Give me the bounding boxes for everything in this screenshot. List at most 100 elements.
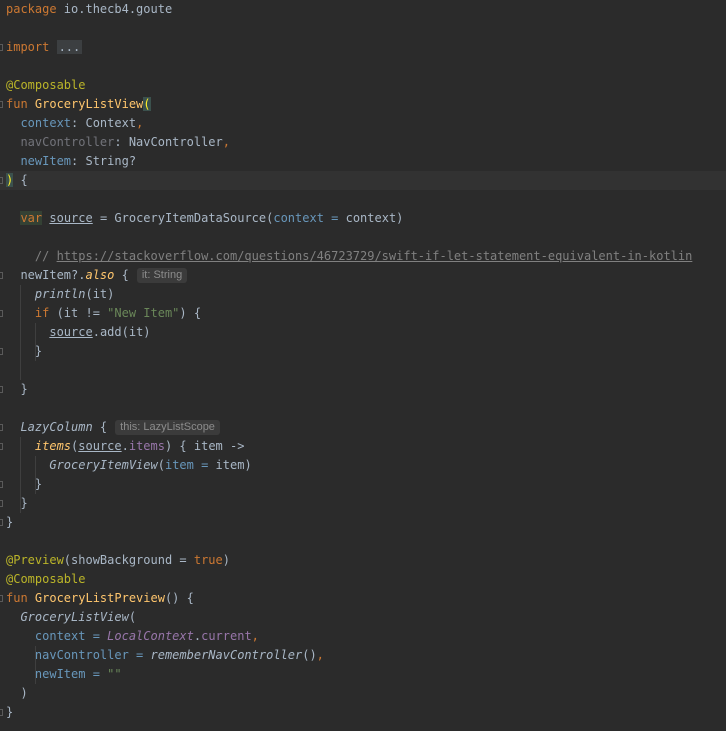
fold-marker-icon[interactable] (0, 310, 3, 317)
code-token: item) (215, 458, 252, 472)
code-line[interactable]: GroceryListView( (0, 608, 726, 627)
code-line[interactable]: // https://stackoverflow.com/questions/4… (0, 247, 726, 266)
code-token: navController (6, 135, 115, 149)
fold-marker-icon[interactable] (0, 443, 3, 450)
code-token: (it != (49, 306, 108, 320)
code-line[interactable]: var source = GroceryItemDataSource(conte… (0, 209, 726, 228)
code-line[interactable] (0, 190, 726, 209)
code-token: LocalContext (107, 629, 194, 643)
code-token: import (6, 40, 57, 54)
code-line[interactable]: } (0, 475, 726, 494)
code-line[interactable]: navController: NavController, (0, 133, 726, 152)
code-token: , (222, 135, 230, 149)
code-line[interactable]: } (0, 380, 726, 399)
code-line[interactable]: @Composable (0, 76, 726, 95)
code-token: } (6, 344, 43, 358)
code-text: @Composable (6, 76, 85, 95)
fold-marker-icon[interactable] (0, 519, 3, 526)
code-line[interactable]: fun GroceryListView( (0, 95, 726, 114)
fold-marker-icon[interactable] (0, 44, 3, 51)
code-token: } (6, 496, 28, 510)
code-token: = GroceryItemDataSource( (92, 211, 274, 225)
folded-imports[interactable]: ... (56, 40, 83, 54)
code-line[interactable]: } (0, 494, 726, 513)
code-token: package (6, 2, 64, 16)
code-token: { (92, 420, 108, 434)
code-line[interactable] (0, 19, 726, 38)
code-line[interactable]: newItem?.also {it: String (0, 266, 726, 285)
code-line[interactable]: } (0, 342, 726, 361)
fold-marker-icon[interactable] (0, 595, 3, 602)
code-token: @Composable (6, 78, 86, 92)
fold-marker-icon[interactable] (0, 386, 3, 393)
code-text: // https://stackoverflow.com/questions/4… (6, 247, 692, 266)
code-token: , (251, 629, 259, 643)
code-token[interactable]: https://stackoverflow.com/questions/4672… (57, 249, 693, 263)
code-line[interactable]: navController = rememberNavController(), (0, 646, 726, 665)
code-line[interactable]: items(source.items) { item -> (0, 437, 726, 456)
code-token: : NavController (114, 135, 223, 149)
code-line[interactable]: } (0, 703, 726, 722)
code-token: also (85, 268, 115, 282)
code-line[interactable]: ) { (0, 171, 726, 190)
code-line[interactable]: @Preview(showBackground = true) (0, 551, 726, 570)
code-token: io.thecb4.goute (63, 2, 173, 16)
code-line[interactable]: ) (0, 684, 726, 703)
code-line[interactable]: context = LocalContext.current, (0, 627, 726, 646)
code-text: println(it) (6, 285, 115, 304)
code-line[interactable]: println(it) (0, 285, 726, 304)
code-line[interactable]: context: Context, (0, 114, 726, 133)
code-text: newItem: String? (6, 152, 136, 171)
code-token: source (49, 211, 93, 225)
code-line[interactable]: @Composable (0, 570, 726, 589)
fold-marker-icon[interactable] (0, 101, 3, 108)
fold-marker-icon[interactable] (0, 481, 3, 488)
code-line[interactable]: package io.thecb4.goute (0, 0, 726, 19)
code-line[interactable]: fun GroceryListPreview() { (0, 589, 726, 608)
code-token: @Composable (6, 572, 86, 586)
code-line[interactable] (0, 532, 726, 551)
code-text: fun GroceryListView( (6, 95, 151, 114)
code-line[interactable]: newItem: String? (0, 152, 726, 171)
code-line[interactable] (0, 228, 726, 247)
code-token: . (193, 629, 202, 643)
fold-marker-icon[interactable] (0, 424, 3, 431)
code-token: newItem?. (6, 268, 86, 282)
code-line[interactable]: LazyColumn {this: LazyListScope (0, 418, 726, 437)
code-token: context = (6, 629, 108, 643)
code-line[interactable]: GroceryItemView(item = item) (0, 456, 726, 475)
code-token: items (34, 439, 72, 453)
code-text: navController = rememberNavController(), (6, 646, 324, 665)
code-line[interactable] (0, 57, 726, 76)
code-token: , (136, 116, 144, 130)
code-token: var (20, 211, 43, 225)
code-token: navController = (6, 648, 151, 662)
fold-marker-icon[interactable] (0, 500, 3, 507)
fold-marker-icon[interactable] (0, 177, 3, 184)
code-line[interactable] (0, 361, 726, 380)
code-text: ) (6, 684, 27, 703)
fold-marker-icon[interactable] (0, 272, 3, 279)
code-token: } (6, 705, 14, 719)
code-line[interactable]: } (0, 513, 726, 532)
code-line[interactable]: newItem = "" (0, 665, 726, 684)
code-line[interactable] (0, 399, 726, 418)
code-token: true (193, 553, 223, 567)
code-text: } (6, 513, 13, 532)
code-line[interactable]: import ... (0, 38, 726, 57)
fold-marker-icon[interactable] (0, 348, 3, 355)
code-token: } (6, 382, 28, 396)
code-text: } (6, 380, 28, 399)
code-text: } (6, 475, 42, 494)
code-line[interactable]: source.add(it) (0, 323, 726, 342)
code-editor[interactable]: package io.thecb4.goute import ... @Compos… (0, 0, 726, 731)
fold-marker-icon[interactable] (0, 709, 3, 716)
code-line[interactable]: if (it != "New Item") { (0, 304, 726, 323)
